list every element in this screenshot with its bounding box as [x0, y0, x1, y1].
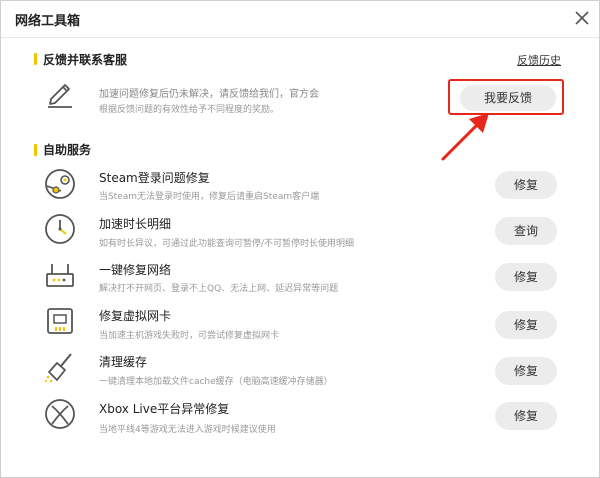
feedback-desc-line2: 根据反馈问题的有效性给予不同程度的奖励。: [99, 105, 280, 115]
steam-icon: [45, 169, 75, 199]
item-title-virtual-nic: 修复虚拟网卡: [99, 309, 172, 323]
pencil-icon: [48, 84, 72, 108]
duration-query-button[interactable]: 查询: [495, 217, 557, 245]
item-desc-steam: 当Steam无法登录时使用，修复后请重启Steam客户端: [99, 192, 320, 202]
router-icon: [46, 264, 74, 287]
close-icon[interactable]: [571, 7, 593, 29]
section-accent-bar: [34, 53, 37, 65]
item-desc-xbox: 当地平线4等游戏无法进入游戏时候建议使用: [99, 425, 276, 435]
feedback-section-title: 反馈并联系客服: [43, 53, 128, 67]
virtual-nic-fix-button[interactable]: 修复: [495, 311, 557, 339]
network-fix-button[interactable]: 修复: [495, 263, 557, 291]
window-title: 网络工具箱: [15, 14, 81, 29]
cache-fix-button[interactable]: 修复: [495, 357, 557, 385]
section-accent-bar: [34, 144, 37, 156]
xbox-icon: [45, 399, 75, 429]
item-title-duration: 加速时长明细: [99, 217, 172, 231]
item-desc-duration: 如有时长异议，可通过此功能查询可暂停/不可暂停时长使用明细: [99, 239, 355, 249]
feedback-history-link[interactable]: 反馈历史: [517, 52, 561, 68]
broom-icon: [44, 353, 72, 383]
item-title-cache: 清理缓存: [99, 355, 148, 369]
red-arrow-annotation: [441, 113, 489, 161]
item-title-network: 一键修复网络: [99, 263, 172, 277]
network-card-icon: [47, 308, 73, 334]
xbox-fix-button[interactable]: 修复: [495, 402, 557, 430]
item-title-xbox: Xbox Live平台异常修复: [99, 402, 230, 416]
title-bar: 网络工具箱: [1, 1, 599, 38]
steam-fix-button[interactable]: 修复: [495, 171, 557, 199]
item-title-steam: Steam登录问题修复: [99, 171, 210, 185]
feedback-desc-line1: 加速问题修复后仍未解决，请反馈给我们，官方会: [99, 89, 319, 100]
self-service-section-title: 自助服务: [43, 143, 92, 157]
clock-icon: [45, 214, 75, 244]
item-desc-virtual-nic: 当加速主机游戏失败时，可尝试修复虚拟网卡: [99, 331, 280, 341]
item-desc-network: 解决打不开网页、登录不上QQ、无法上网、延迟异常等问题: [99, 284, 339, 294]
item-desc-cache: 一键清理本地加载文件cache缓存（电脑高速缓冲存储器）: [99, 377, 333, 387]
network-toolbox-window: 网络工具箱 反馈并联系客服 反馈历史 加速问题修复后仍未解决，请反馈给我们，官方…: [0, 0, 600, 478]
